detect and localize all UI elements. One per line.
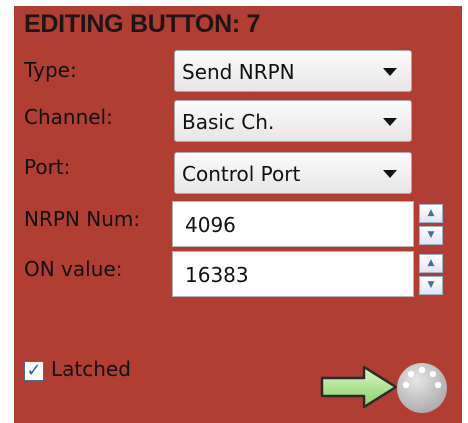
panel-title: EDITING BUTTON: 7 bbox=[24, 10, 261, 38]
nrpn-num-value: 4096 bbox=[185, 213, 236, 237]
on-value-field[interactable]: 16383 bbox=[172, 251, 414, 297]
type-dropdown[interactable]: Send NRPN bbox=[174, 50, 412, 92]
chevron-down-icon bbox=[383, 118, 397, 126]
nrpn-num-stepper: ▲ ▼ bbox=[419, 204, 443, 246]
chevron-down-icon bbox=[383, 170, 397, 178]
type-value: Send NRPN bbox=[182, 60, 295, 84]
spin-down-icon[interactable]: ▼ bbox=[419, 276, 443, 295]
channel-dropdown[interactable]: Basic Ch. bbox=[174, 100, 412, 142]
midi-connector-icon bbox=[397, 363, 447, 413]
on-value-label: ON value: bbox=[24, 257, 123, 281]
port-dropdown[interactable]: Control Port bbox=[174, 152, 412, 194]
on-value-value: 16383 bbox=[185, 263, 249, 287]
spin-up-icon[interactable]: ▲ bbox=[419, 254, 443, 273]
green-arrow-right-icon[interactable] bbox=[318, 364, 400, 410]
editing-button-panel: EDITING BUTTON: 7 Type: Send NRPN Channe… bbox=[14, 6, 462, 423]
spin-up-icon[interactable]: ▲ bbox=[419, 204, 443, 223]
nrpn-num-label: NRPN Num: bbox=[24, 207, 141, 231]
channel-label: Channel: bbox=[24, 105, 113, 129]
latched-label[interactable]: Latched bbox=[51, 357, 131, 381]
port-value: Control Port bbox=[182, 162, 301, 186]
channel-value: Basic Ch. bbox=[182, 110, 275, 134]
chevron-down-icon bbox=[383, 68, 397, 76]
on-value-stepper: ▲ ▼ bbox=[419, 254, 443, 296]
spin-down-icon[interactable]: ▼ bbox=[419, 226, 443, 245]
latched-checkbox[interactable]: ✓ bbox=[24, 361, 44, 381]
nrpn-num-field[interactable]: 4096 bbox=[172, 201, 414, 247]
port-label: Port: bbox=[24, 155, 71, 179]
type-label: Type: bbox=[24, 58, 77, 82]
